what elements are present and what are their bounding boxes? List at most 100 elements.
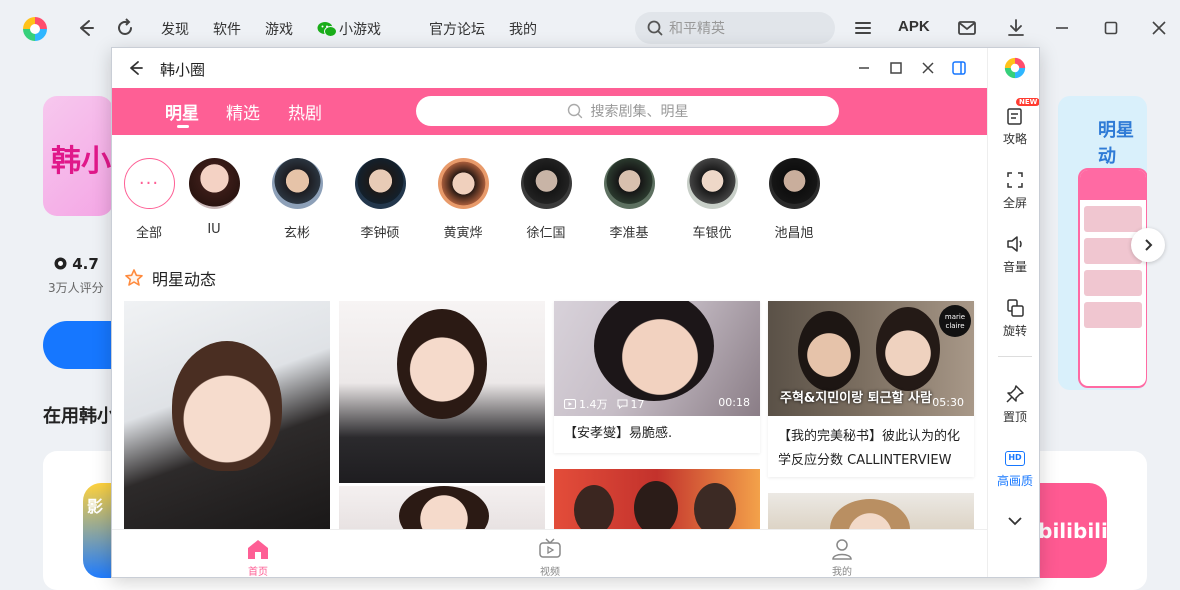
star-item-chaeunwoo[interactable]: 车银优 — [682, 158, 742, 241]
pin-icon — [1006, 385, 1024, 403]
fullscreen-icon — [1007, 172, 1023, 188]
avatar — [768, 158, 820, 209]
nav-item-forum[interactable]: 官方论坛 — [429, 19, 485, 39]
app-logo-icon[interactable] — [22, 16, 48, 42]
tab-stars[interactable]: 明星 — [165, 99, 199, 124]
screenshot-row — [1084, 270, 1142, 296]
star-item-hwanginyeop[interactable]: 黄寅烨 — [433, 158, 493, 241]
sidebar-fullscreen[interactable]: 全屏 — [988, 170, 1039, 211]
sidebar-rotate[interactable]: 旋转 — [988, 298, 1039, 339]
nav-item-software[interactable]: 软件 — [213, 19, 241, 39]
host-nav: 发现 软件 游戏 小游戏 官方论坛 我的 — [161, 19, 561, 39]
feed-thumbnail — [124, 301, 330, 529]
sidebar-toggle-icon[interactable] — [951, 60, 967, 76]
star-name: 车银优 — [692, 226, 732, 241]
feed-card-photo[interactable] — [124, 301, 330, 529]
apk-button[interactable]: APK — [898, 18, 930, 35]
drama-search-input[interactable]: 搜索剧集、明星 — [416, 96, 839, 126]
app-icon-bilibili-text: bilibili — [1038, 518, 1108, 543]
sidebar-hd-label: 高画质 — [996, 474, 1033, 488]
sidebar-guide[interactable]: NEW 攻略 — [988, 98, 1039, 147]
star-name: 玄彬 — [283, 226, 310, 241]
window-titlebar: 韩小圈 — [112, 48, 987, 88]
avatar — [437, 158, 489, 209]
refresh-icon[interactable] — [114, 17, 136, 39]
carousel-next-button[interactable] — [1131, 228, 1165, 262]
search-icon — [647, 20, 663, 36]
star-item-seoinguk[interactable]: 徐仁国 — [516, 158, 576, 241]
feed-card-video[interactable]: marie claire 주혁&지민이랑 퇴근할 사람 05:30 【我的完美秘… — [768, 301, 974, 477]
feed-card-video[interactable]: 1.4万 17 00:18 【安孝燮】易脆感. — [554, 301, 760, 453]
sidebar-pin[interactable]: 置顶 — [988, 384, 1039, 425]
nav-item-discover[interactable]: 发现 — [161, 19, 189, 39]
video-caption: 【我的完美秘书】彼此认为的化学反应分数 CALLINTERVIEW — [778, 429, 961, 468]
sidebar-hd[interactable]: HD 高画质 — [988, 448, 1039, 489]
more-icon: ··· — [123, 158, 175, 209]
menu-icon[interactable] — [852, 17, 874, 39]
download-icon[interactable] — [1005, 17, 1027, 39]
photo-subject — [399, 486, 489, 529]
open-app-button[interactable] — [43, 321, 113, 369]
screenshot-row — [1084, 206, 1142, 232]
avatar — [354, 158, 406, 209]
section-title: 明星动态 — [152, 270, 217, 289]
app-rating: 4.7 — [54, 255, 99, 273]
sidebar-volume-label: 音量 — [1002, 260, 1027, 274]
app-rating-count: 3万人评分 — [48, 281, 104, 295]
window-sidebar: NEW 攻略 全屏 音量 旋转 置顶 HD 高画质 — [987, 48, 1039, 577]
feed-thumbnail — [339, 486, 545, 529]
tab-hot-dramas[interactable]: 热剧 — [288, 99, 322, 124]
nav-item-mine[interactable]: 我的 — [509, 19, 537, 39]
minimize-icon[interactable] — [1051, 17, 1073, 39]
screenshot-phone — [1078, 168, 1147, 388]
star-item-all[interactable]: ··· 全部 — [119, 158, 179, 241]
app-icon-bilibili[interactable]: bilibili — [1038, 483, 1108, 578]
app-logo-icon[interactable] — [1004, 57, 1026, 79]
maximize-icon[interactable] — [888, 60, 904, 76]
screenshot-card-title: 明星动 — [1098, 120, 1134, 167]
bottom-nav-home[interactable]: 首页 — [238, 538, 278, 577]
minimize-icon[interactable] — [856, 60, 872, 76]
chevron-down-icon[interactable] — [1007, 514, 1023, 528]
rating-icon — [54, 257, 67, 270]
star-item-leejoongi[interactable]: 李准基 — [599, 158, 659, 241]
tab-featured[interactable]: 精选 — [226, 99, 260, 124]
star-item-jichangwook[interactable]: 池昌旭 — [764, 158, 824, 241]
app-icon-text: 韩小 — [51, 144, 111, 179]
screenshot-phone-header — [1080, 170, 1146, 200]
feed-card-photo[interactable] — [768, 493, 974, 529]
nav-item-games[interactable]: 游戏 — [265, 19, 293, 39]
wechat-icon — [317, 21, 337, 37]
photo-subject — [397, 309, 487, 419]
photo-subject — [876, 307, 940, 391]
screenshot-row — [1084, 302, 1142, 328]
bottom-nav: 首页 视频 我的 — [112, 529, 987, 577]
tab-active-indicator — [177, 125, 189, 128]
feed-card-photo[interactable] — [339, 301, 545, 529]
photo-subject — [798, 311, 860, 391]
star-name: 徐仁国 — [526, 226, 566, 241]
back-arrow-icon[interactable] — [74, 17, 96, 39]
back-arrow-icon[interactable] — [126, 59, 144, 77]
maximize-icon[interactable] — [1100, 17, 1122, 39]
star-name: 黄寅烨 — [443, 226, 483, 241]
star-item-iu[interactable]: IU — [184, 158, 244, 237]
feed-card-video[interactable] — [554, 469, 760, 529]
avatar — [188, 158, 240, 209]
star-item-hyunbin[interactable]: 玄彬 — [267, 158, 327, 241]
bottom-nav-mine[interactable]: 我的 — [822, 538, 862, 577]
star-name: 李钟硕 — [360, 226, 400, 241]
star-item-leejongsuk[interactable]: 李钟硕 — [350, 158, 410, 241]
window-title: 韩小圈 — [160, 61, 206, 79]
close-icon[interactable] — [1148, 17, 1170, 39]
photo-subject — [172, 341, 282, 471]
video-caption: 【安孝燮】易脆感. — [564, 426, 673, 441]
close-icon[interactable] — [920, 60, 936, 76]
nav-item-mini-games[interactable]: 小游戏 — [317, 19, 405, 39]
play-count-icon — [564, 399, 576, 409]
bottom-nav-video[interactable]: 视频 — [530, 538, 570, 577]
mail-icon[interactable] — [956, 17, 978, 39]
star-list: ··· 全部 IU 玄彬 李钟硕 黄寅烨 徐仁国 李准基 车银优 池昌旭 — [112, 158, 987, 241]
host-search-input[interactable]: 和平精英 — [635, 12, 835, 44]
sidebar-volume[interactable]: 音量 — [988, 234, 1039, 275]
